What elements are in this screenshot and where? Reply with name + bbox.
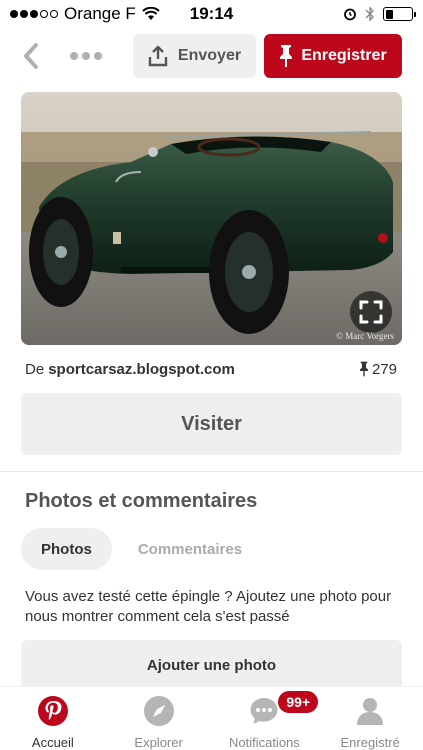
carrier-name: Orange F bbox=[64, 4, 136, 23]
divider bbox=[0, 471, 423, 472]
tab-photos[interactable]: Photos bbox=[21, 528, 112, 570]
source-prefix: De bbox=[25, 360, 45, 378]
pin-image[interactable]: © Marc Vorgers bbox=[21, 92, 402, 345]
pin-toolbar: Envoyer Enregistrer bbox=[0, 32, 423, 80]
nav-label-home: Accueil bbox=[31, 735, 74, 750]
save-label: Enregistrer bbox=[301, 47, 387, 64]
alarm-icon bbox=[344, 8, 356, 21]
back-button[interactable] bbox=[16, 40, 46, 72]
more-dots-icon bbox=[70, 52, 78, 60]
send-button[interactable]: Envoyer bbox=[133, 34, 256, 78]
notification-badge: 99+ bbox=[276, 689, 321, 715]
nav-item-saved[interactable]: Enregistré bbox=[317, 687, 423, 750]
send-label: Envoyer bbox=[177, 47, 242, 64]
source-link[interactable]: sportcarsaz.blogspot.com bbox=[48, 361, 235, 378]
source-row: De sportcarsaz.blogspot.com 279 bbox=[25, 358, 397, 380]
visit-button[interactable]: Visiter bbox=[21, 393, 402, 455]
pin-icon bbox=[280, 45, 293, 67]
crop-scan-icon bbox=[359, 300, 383, 324]
compass-icon bbox=[143, 695, 175, 727]
photo-watermark: © Marc Vorgers bbox=[336, 331, 394, 341]
nav-item-notifications[interactable]: 99+ Notifications bbox=[212, 687, 321, 750]
chevron-left-icon bbox=[24, 43, 38, 69]
status-left: Orange F bbox=[10, 4, 343, 24]
save-button[interactable]: Enregistrer bbox=[264, 34, 402, 78]
pin-icon bbox=[359, 361, 368, 377]
signal-strength-icon bbox=[10, 10, 58, 18]
nav-item-explore[interactable]: Explorer bbox=[106, 687, 212, 750]
section-title: Photos et commentaires bbox=[25, 490, 258, 512]
tab-comments[interactable]: Commentaires bbox=[118, 528, 262, 570]
repin-count-value: 279 bbox=[371, 360, 397, 378]
section-description: Vous avez testé cette épingle ? Ajoutez … bbox=[25, 588, 392, 625]
nav-label-explore: Explorer bbox=[134, 735, 183, 750]
pinterest-logo-icon bbox=[37, 695, 69, 727]
nav-label-notifications: Notifications bbox=[228, 735, 300, 750]
status-right bbox=[343, 6, 416, 22]
bluetooth-icon bbox=[365, 6, 374, 22]
battery-icon bbox=[383, 7, 416, 21]
section-tabs: Photos Commentaires bbox=[21, 528, 262, 570]
visit-label: Visiter bbox=[181, 412, 242, 435]
nav-item-home[interactable]: Accueil bbox=[0, 687, 106, 750]
share-icon bbox=[148, 45, 168, 67]
bottom-nav: Accueil Explorer 99+ Notifications Enreg bbox=[0, 686, 423, 750]
add-photo-label: Ajouter une photo bbox=[146, 656, 277, 674]
nav-label-saved: Enregistré bbox=[340, 735, 400, 750]
profile-icon bbox=[354, 695, 386, 727]
repin-count: 279 bbox=[359, 361, 397, 378]
status-bar: Orange F 19:14 bbox=[0, 0, 423, 28]
wifi-icon bbox=[142, 7, 160, 20]
car-photo bbox=[21, 92, 402, 345]
visual-search-button[interactable] bbox=[350, 291, 392, 333]
more-options-button[interactable] bbox=[66, 42, 106, 70]
